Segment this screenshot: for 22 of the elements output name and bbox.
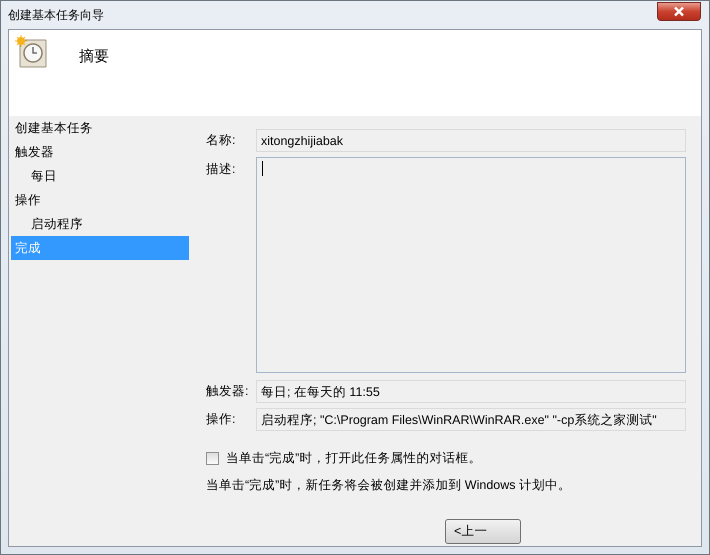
name-field[interactable]: xitongzhijiabak — [256, 129, 686, 152]
description-label: 描述: — [206, 161, 236, 178]
close-button[interactable] — [657, 2, 701, 20]
close-icon — [673, 6, 685, 16]
step-item[interactable]: 触发器 — [11, 140, 189, 164]
step-item[interactable]: 启动程序 — [11, 212, 189, 236]
info-text: 当单击“完成”时，新任务将会被创建并添加到 Windows 计划中。 — [206, 477, 572, 494]
checkbox[interactable] — [206, 452, 219, 465]
name-label: 名称: — [206, 132, 236, 149]
step-item[interactable]: 操作 — [11, 188, 189, 212]
trigger-label: 触发器: — [206, 383, 250, 400]
step-item[interactable]: 创建基本任务 — [11, 116, 189, 140]
window-title: 创建基本任务向导 — [8, 6, 104, 24]
action-label: 操作: — [206, 411, 236, 428]
page-title: 摘要 — [79, 47, 109, 66]
description-field[interactable] — [256, 157, 686, 373]
back-button[interactable]: <上一 — [445, 519, 521, 544]
trigger-field[interactable]: 每日; 在每天的 11:55 — [256, 380, 686, 403]
action-field[interactable]: 启动程序; "C:\Program Files\WinRAR\WinRAR.exe" "-cp系统之家测试" — [256, 408, 686, 431]
step-item[interactable]: 每日 — [11, 164, 189, 188]
clock-icon — [15, 35, 49, 69]
checkbox-label[interactable]: 当单击“完成”时，打开此任务属性的对话框。 — [226, 450, 482, 467]
